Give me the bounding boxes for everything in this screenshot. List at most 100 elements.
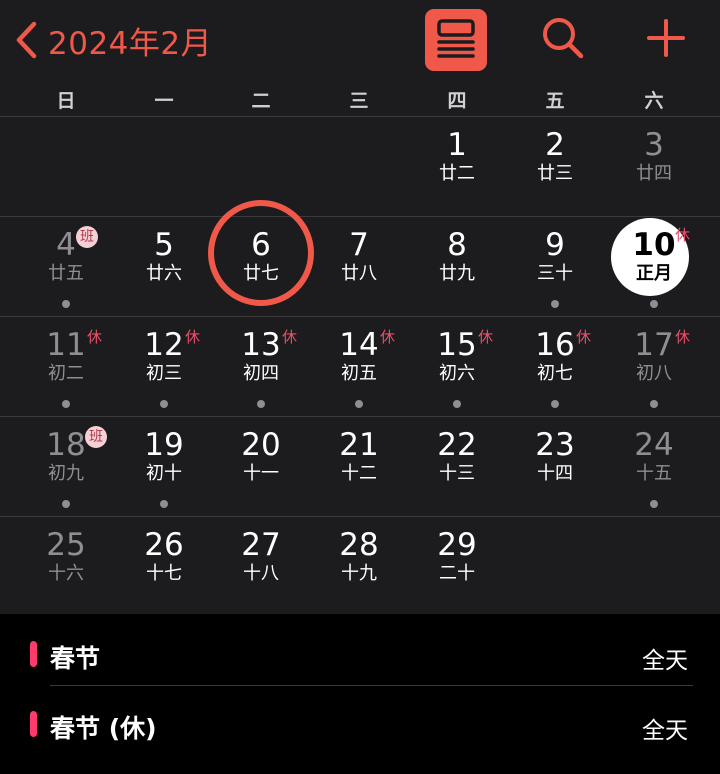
day-cell-23[interactable]: 23 十四 [506, 416, 604, 516]
lunar-date: 廿九 [439, 263, 475, 284]
day-cell-25[interactable]: 25 十六 [17, 516, 115, 616]
back-to-year-button[interactable]: 2024年2月 [14, 14, 212, 66]
day-cell-15[interactable]: 15 初六休 [408, 316, 506, 416]
day-cell-3[interactable]: 3 廿四 [605, 116, 703, 216]
day-cell-29[interactable]: 29 二十 [408, 516, 506, 616]
day-number: 26 [144, 527, 184, 563]
event-color-bar [30, 641, 37, 667]
day-number: 4 [56, 227, 76, 263]
day-cell-17[interactable]: 17 初八休 [605, 316, 703, 416]
day-cell-4[interactable]: 4 廿五 班 [17, 216, 115, 316]
day-number: 19 [144, 427, 184, 463]
day-number: 25 [46, 527, 86, 563]
event-time: 全天 [642, 648, 688, 674]
lunar-date: 廿五 [48, 263, 84, 284]
lunar-date: 初九 [48, 463, 84, 484]
day-number: 20 [241, 427, 281, 463]
lunar-date: 十八 [243, 563, 279, 584]
day-cell-14[interactable]: 14 初五休 [310, 316, 408, 416]
event-dot [62, 300, 70, 308]
lunar-date: 初二 [48, 363, 84, 384]
day-cell-1[interactable]: 1 廿二 [408, 116, 506, 216]
add-event-button[interactable] [640, 14, 692, 66]
weekday-label: 一 [154, 90, 174, 112]
lunar-date: 廿六 [146, 263, 182, 284]
holiday-badge: 休 [478, 328, 494, 346]
lunar-date: 十三 [439, 463, 475, 484]
day-number: 21 [339, 427, 379, 463]
day-number: 2 [545, 127, 565, 163]
event-dot [257, 400, 265, 408]
lunar-date: 初十 [146, 463, 182, 484]
month-title: 2024年2月 [48, 25, 213, 62]
day-cell-9[interactable]: 9 三十 [506, 216, 604, 316]
day-cell-22[interactable]: 22 十三 [408, 416, 506, 516]
day-cell-19[interactable]: 19 初十 [115, 416, 213, 516]
day-number: 7 [349, 227, 369, 263]
day-number: 5 [154, 227, 174, 263]
day-cell-28[interactable]: 28 十九 [310, 516, 408, 616]
day-cell-2[interactable]: 2 廿三 [506, 116, 604, 216]
holiday-badge: 休 [675, 328, 691, 346]
event-item[interactable]: 春节 (休) 全天 [0, 689, 720, 757]
day-cell-20[interactable]: 20 十一 [212, 416, 310, 516]
list-view-button[interactable] [425, 9, 487, 71]
lunar-date: 十二 [341, 463, 377, 484]
event-dot [551, 400, 559, 408]
weekday-label: 五 [545, 90, 565, 112]
event-dot [650, 500, 658, 508]
lunar-date: 三十 [537, 263, 573, 284]
day-number: 3 [644, 127, 664, 163]
day-cell-21[interactable]: 21 十二 [310, 416, 408, 516]
holiday-badge: 休 [675, 226, 691, 244]
lunar-date: 廿二 [439, 163, 475, 184]
day-cell-8[interactable]: 8 廿九 [408, 216, 506, 316]
lunar-date: 十六 [48, 563, 84, 584]
weekday-label: 日 [56, 90, 76, 112]
event-dot [650, 300, 658, 308]
holiday-badge: 休 [380, 328, 396, 346]
day-cell-16[interactable]: 16 初七休 [506, 316, 604, 416]
day-number: 22 [437, 427, 477, 463]
day-number: 27 [241, 527, 281, 563]
lunar-date: 十九 [341, 563, 377, 584]
event-list: 春节 全天 春节 (休) 全天 [0, 614, 720, 774]
event-dot [650, 400, 658, 408]
lunar-date: 初八 [636, 363, 672, 384]
weekday-label: 三 [349, 90, 369, 112]
day-cell-24[interactable]: 24 十五 [605, 416, 703, 516]
event-item[interactable]: 春节 全天 [0, 619, 720, 687]
lunar-date: 初四 [243, 363, 279, 384]
holiday-badge: 休 [282, 328, 298, 346]
day-cell-6[interactable]: 6 廿七 [208, 200, 314, 316]
workday-badge: 班 [76, 226, 98, 248]
event-divider [50, 685, 693, 686]
day-cell-27[interactable]: 27 十八 [212, 516, 310, 616]
day-number: 6 [251, 227, 271, 263]
day-cell-7[interactable]: 7 廿八 [310, 216, 408, 316]
day-cell-5[interactable]: 5 廿六 [115, 216, 213, 316]
event-dot [551, 300, 559, 308]
lunar-date: 十七 [146, 563, 182, 584]
lunar-date: 廿三 [537, 163, 573, 184]
event-time: 全天 [642, 718, 688, 744]
day-cell-11[interactable]: 11 初二休 [17, 316, 115, 416]
search-icon [541, 16, 585, 64]
day-cell-13[interactable]: 13 初四休 [212, 316, 310, 416]
day-number: 1 [447, 127, 467, 163]
day-cell-10[interactable]: 10 正月休 [605, 216, 703, 316]
lunar-date: 廿七 [243, 263, 279, 284]
event-dot [355, 400, 363, 408]
event-dot [62, 400, 70, 408]
day-number: 9 [545, 227, 565, 263]
day-cell-26[interactable]: 26 十七 [115, 516, 213, 616]
lunar-date: 二十 [439, 563, 475, 584]
lunar-date: 初五 [341, 363, 377, 384]
day-cell-18[interactable]: 18 初九班 [17, 416, 115, 516]
search-button[interactable] [537, 14, 589, 66]
lunar-date: 十四 [537, 463, 573, 484]
lunar-date: 初三 [146, 363, 182, 384]
weekday-label: 二 [251, 90, 271, 112]
day-cell-12[interactable]: 12 初三休 [115, 316, 213, 416]
workday-badge: 班 [85, 426, 107, 448]
